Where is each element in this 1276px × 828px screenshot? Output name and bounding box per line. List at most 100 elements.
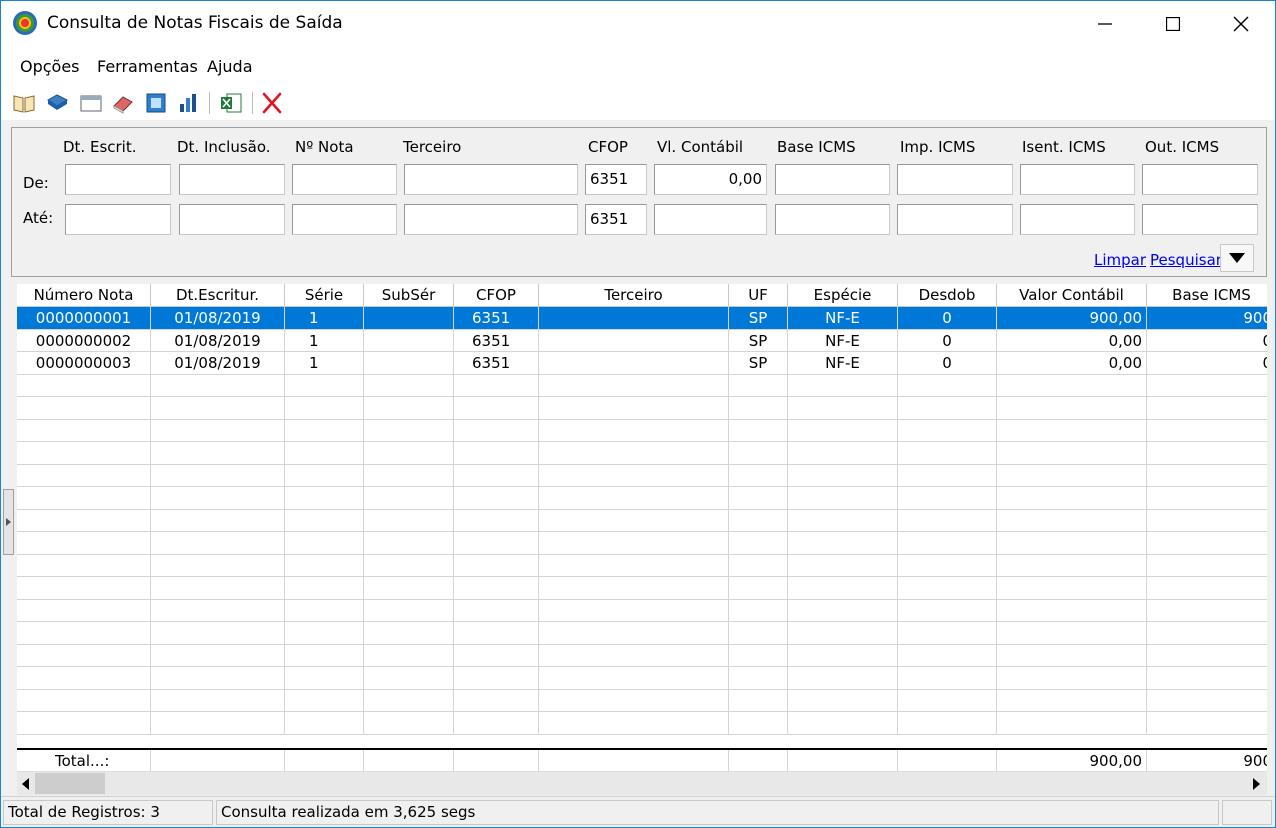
cell-cfop bbox=[454, 374, 539, 397]
empty-row bbox=[17, 397, 1267, 420]
cell-base-icms bbox=[1147, 397, 1267, 420]
cell-valor-contabil: 900,00 bbox=[997, 307, 1147, 330]
excel-icon[interactable] bbox=[219, 92, 243, 114]
window-icon[interactable] bbox=[79, 92, 103, 114]
cell-terceiro bbox=[539, 689, 729, 712]
minimize-button[interactable] bbox=[1071, 1, 1139, 46]
cell-cfop bbox=[454, 689, 539, 712]
cell-numero-nota: 0000000003 bbox=[17, 352, 151, 375]
column-header-especie[interactable]: Espécie bbox=[788, 284, 898, 307]
cell-base-icms bbox=[1147, 712, 1267, 735]
column-header-desdob[interactable]: Desdob bbox=[898, 284, 997, 307]
cell-cfop bbox=[454, 577, 539, 600]
empty-row bbox=[17, 532, 1267, 555]
close-red-icon[interactable] bbox=[260, 92, 284, 114]
dt-inclusao-to-input[interactable] bbox=[179, 204, 285, 235]
column-header-terceiro[interactable]: Terceiro bbox=[539, 284, 729, 307]
column-header-base-icms[interactable]: Base ICMS bbox=[1147, 284, 1267, 307]
num-nota-from-input[interactable] bbox=[292, 164, 397, 195]
menu-ferramentas[interactable]: Ferramentas bbox=[97, 57, 198, 76]
column-header-serie[interactable]: Série bbox=[285, 284, 364, 307]
maximize-button[interactable] bbox=[1139, 1, 1207, 46]
dt-escrit-from-input[interactable] bbox=[65, 164, 171, 195]
cell-terceiro bbox=[539, 329, 729, 352]
scroll-right-icon[interactable] bbox=[1253, 778, 1261, 790]
book-icon[interactable] bbox=[45, 92, 69, 114]
expand-filters-button[interactable] bbox=[1220, 244, 1254, 272]
imp-icms-from-input[interactable] bbox=[897, 164, 1013, 195]
cell-base-icms: 0 bbox=[1147, 330, 1267, 352]
column-header-uf[interactable]: UF bbox=[729, 284, 788, 307]
cell-serie bbox=[285, 667, 364, 690]
search-link[interactable]: Pesquisar bbox=[1150, 251, 1222, 269]
cell-subser bbox=[364, 667, 454, 690]
cell-base-icms bbox=[1147, 375, 1267, 397]
base-icms-to-input[interactable] bbox=[775, 204, 890, 235]
total-cell bbox=[788, 750, 898, 771]
column-header-dt-escritur[interactable]: Dt.Escritur. bbox=[151, 284, 285, 307]
table-row[interactable]: 000000000201/08/201916351SPNF-E00,000 bbox=[17, 329, 1267, 352]
cell-desdob bbox=[898, 644, 997, 667]
menu-opcoes[interactable]: Opções bbox=[20, 57, 80, 76]
cell-valor-contabil bbox=[997, 419, 1147, 442]
scrollbar-thumb[interactable] bbox=[35, 773, 105, 794]
cell-desdob bbox=[898, 532, 997, 555]
out-icms-to-input[interactable] bbox=[1142, 204, 1258, 235]
column-header-cfop[interactable]: CFOP bbox=[454, 284, 539, 307]
total-cell bbox=[729, 750, 788, 771]
cell-desdob bbox=[898, 442, 997, 465]
cell-cfop bbox=[454, 397, 539, 420]
minimize-icon bbox=[1098, 22, 1112, 25]
vl-contabil-to-input[interactable] bbox=[654, 204, 767, 235]
cell-dt-escritur bbox=[151, 577, 285, 600]
chart-icon[interactable] bbox=[177, 92, 201, 114]
cell-valor-contabil bbox=[997, 532, 1147, 555]
base-icms-from-input[interactable] bbox=[775, 164, 890, 195]
empty-row bbox=[17, 577, 1267, 600]
isent-icms-from-input[interactable] bbox=[1020, 164, 1135, 195]
cell-especie bbox=[788, 464, 898, 487]
cell-terceiro bbox=[539, 532, 729, 555]
dt-inclusao-from-input[interactable] bbox=[179, 164, 285, 195]
vl-contabil-from-input[interactable]: 0,00 bbox=[654, 164, 767, 195]
scroll-left-icon[interactable] bbox=[22, 778, 30, 790]
num-nota-to-input[interactable] bbox=[292, 204, 397, 235]
cell-valor-contabil bbox=[997, 374, 1147, 397]
status-message: Consulta realizada em 3,625 segs bbox=[216, 800, 1219, 825]
cell-terceiro bbox=[539, 644, 729, 667]
app-logo-icon bbox=[13, 11, 37, 35]
table-row[interactable]: 0000000001 01/08/2019 1 6351 SP NF-E 0 900,00 90… bbox=[17, 307, 1267, 330]
dt-escrit-to-input[interactable] bbox=[65, 204, 171, 235]
eraser-icon[interactable] bbox=[111, 92, 135, 114]
empty-row bbox=[17, 689, 1267, 712]
cell-numero-nota bbox=[17, 397, 151, 420]
cfop-from-input[interactable]: 6351 bbox=[585, 164, 647, 195]
isent-icms-to-input[interactable] bbox=[1020, 204, 1135, 235]
cell-desdob bbox=[898, 397, 997, 420]
cfop-to-input[interactable]: 6351 bbox=[585, 204, 647, 235]
column-header-numero-nota[interactable]: Número Nota bbox=[17, 284, 151, 307]
out-icms-from-input[interactable] bbox=[1142, 164, 1258, 195]
cell-especie bbox=[788, 397, 898, 420]
cell-dt-escritur bbox=[151, 397, 285, 420]
cell-especie bbox=[788, 644, 898, 667]
side-panel-handle[interactable] bbox=[3, 489, 14, 555]
cell-subser bbox=[364, 352, 454, 375]
close-window-button[interactable] bbox=[1207, 1, 1275, 46]
terceiro-to-input[interactable] bbox=[404, 204, 578, 235]
column-header-subser[interactable]: SubSér bbox=[364, 284, 454, 307]
imp-icms-to-input[interactable] bbox=[897, 204, 1013, 235]
cell-dt-escritur bbox=[151, 532, 285, 555]
column-header-valor-contabil[interactable]: Valor Contábil bbox=[997, 284, 1147, 307]
terceiro-from-input[interactable] bbox=[404, 164, 578, 195]
toolbar-separator bbox=[252, 92, 253, 114]
cell-numero-nota bbox=[17, 644, 151, 667]
cell-cfop bbox=[454, 419, 539, 442]
total-row: Total...: 900,00900 bbox=[17, 748, 1267, 771]
screen-icon[interactable] bbox=[144, 92, 168, 114]
open-book-icon[interactable] bbox=[12, 92, 36, 114]
table-row[interactable]: 000000000301/08/201916351SPNF-E00,000 bbox=[17, 352, 1267, 375]
horizontal-scrollbar[interactable] bbox=[17, 771, 1267, 795]
clear-link[interactable]: Limpar bbox=[1094, 251, 1146, 269]
menu-ajuda[interactable]: Ajuda bbox=[207, 57, 253, 76]
